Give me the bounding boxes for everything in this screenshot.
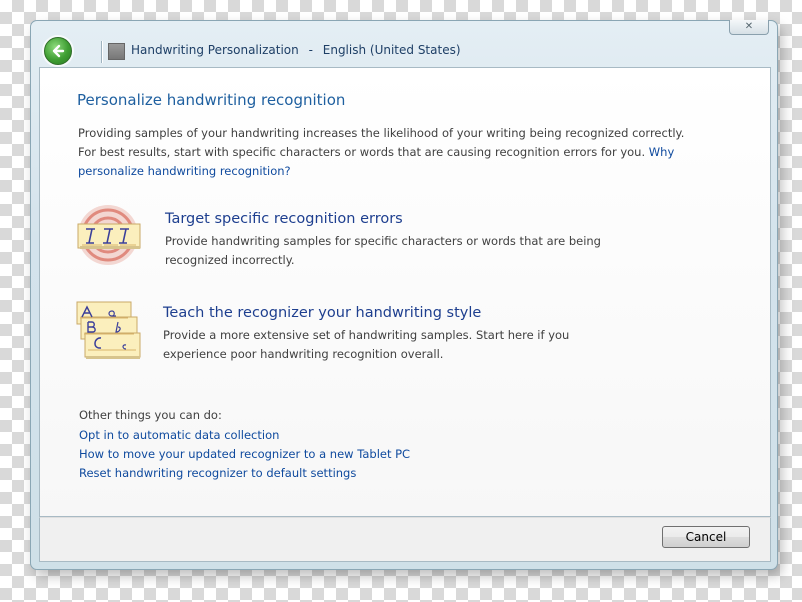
back-button[interactable]	[44, 37, 72, 65]
title-bar: Handwriting Personalization - English (U…	[31, 20, 777, 67]
back-arrow-icon	[52, 44, 65, 58]
control-panel-icon	[108, 43, 125, 60]
target-handwriting-icon[interactable]	[76, 204, 142, 274]
teach-recognizer-link[interactable]: Teach the recognizer your handwriting st…	[163, 305, 481, 321]
breadcrumb-item-handwriting-personalization[interactable]: Handwriting Personalization	[131, 43, 299, 57]
close-button[interactable]: ✕	[729, 20, 769, 35]
target-errors-link[interactable]: Target specific recognition errors	[165, 211, 403, 227]
page-title: Personalize handwriting recognition	[77, 91, 346, 109]
cancel-button[interactable]: Cancel	[662, 526, 750, 548]
breadcrumb-separator: -	[308, 43, 313, 57]
target-errors-description: Provide handwriting samples for specific…	[165, 234, 601, 267]
breadcrumb-item-language[interactable]: English (United States)	[323, 43, 461, 57]
footer-bar: Cancel	[39, 517, 771, 562]
move-recognizer-link[interactable]: How to move your updated recognizer to a…	[79, 447, 410, 461]
intro-paragraph: Providing samples of your handwriting in…	[78, 124, 698, 181]
title-separator	[101, 41, 102, 63]
other-things-label: Other things you can do:	[79, 408, 222, 422]
opt-in-data-collection-link[interactable]: Opt in to automatic data collection	[79, 428, 279, 442]
handwriting-samples-icon[interactable]	[76, 300, 142, 368]
reset-recognizer-link[interactable]: Reset handwriting recognizer to default …	[79, 466, 356, 480]
content-pane: Personalize handwriting recognition Prov…	[39, 67, 771, 517]
teach-recognizer-description: Provide a more extensive set of handwrit…	[163, 328, 570, 361]
wizard-window: Handwriting Personalization - English (U…	[30, 20, 778, 570]
intro-text: Providing samples of your handwriting in…	[78, 126, 685, 159]
breadcrumb: Handwriting Personalization - English (U…	[131, 43, 467, 57]
close-icon: ✕	[744, 21, 754, 32]
